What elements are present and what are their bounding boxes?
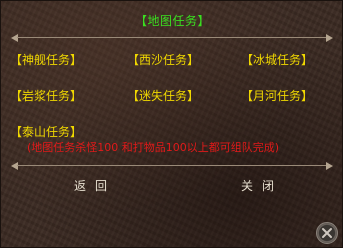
task-yuehe[interactable]: 【月河任务】 <box>241 87 313 104</box>
task-bingcheng[interactable]: 【冰城任务】 <box>241 51 313 68</box>
bottom-divider <box>11 162 333 170</box>
task-shenjian[interactable]: 【神舰任务】 <box>10 51 82 68</box>
divider-left-arrow <box>11 162 18 170</box>
close-x-glyph <box>322 228 332 238</box>
dialog-title: 【地图任务】 <box>134 14 210 28</box>
divider-right-arrow <box>326 34 333 42</box>
task-taishan[interactable]: 【泰山任务】 <box>10 123 82 140</box>
top-divider <box>11 34 333 42</box>
task-note: (地图任务杀怪100 和打物品100以上都可组队完成) <box>27 141 280 154</box>
task-dialog-panel: 【地图任务】 【神舰任务】 【西沙任务】 【冰城任务】 【岩浆任务】 【迷失任务… <box>0 0 343 248</box>
divider-line <box>17 165 327 166</box>
divider-left-arrow <box>11 34 18 42</box>
divider-right-arrow <box>326 162 333 170</box>
close-button[interactable]: 关闭 <box>241 177 283 194</box>
divider-line <box>17 37 327 38</box>
task-xisha[interactable]: 【西沙任务】 <box>127 51 199 68</box>
task-yanjiang[interactable]: 【岩浆任务】 <box>10 87 82 104</box>
task-mishi[interactable]: 【迷失任务】 <box>127 87 199 104</box>
close-x-icon[interactable] <box>316 222 338 244</box>
back-button[interactable]: 返回 <box>74 177 116 194</box>
